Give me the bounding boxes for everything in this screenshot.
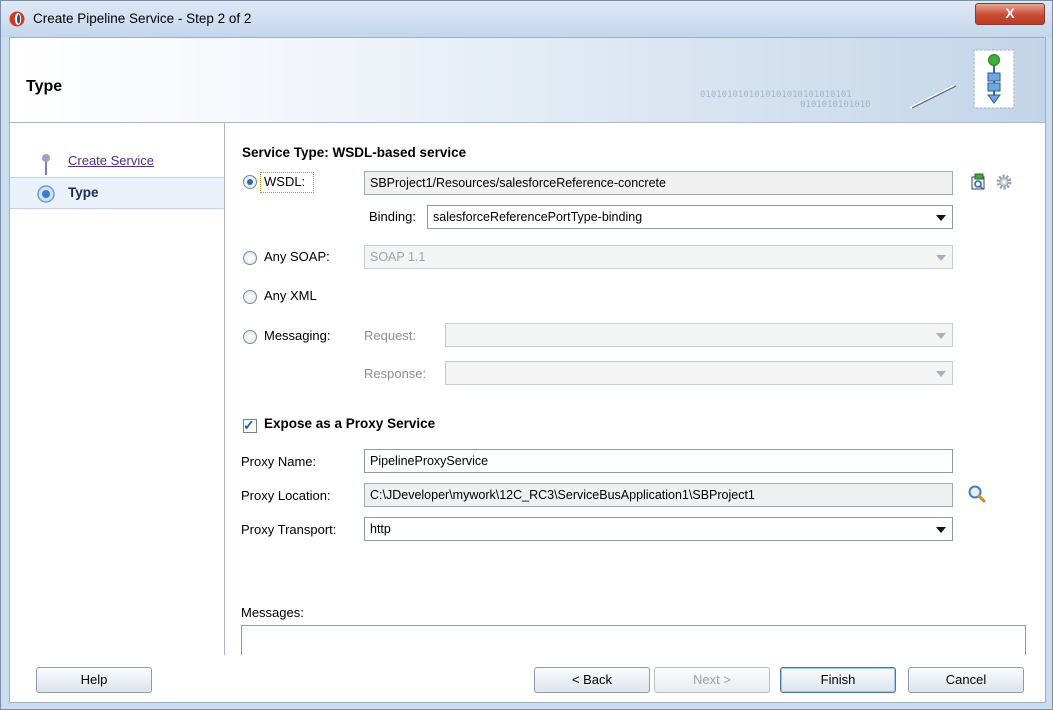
binding-value: salesforceReferencePortType-binding [433,210,643,224]
request-label: Request: [364,328,417,343]
messages-label: Messages: [241,605,304,620]
step-current-icon [37,185,55,203]
header-binary-decoration-2: 0101010101010 [800,100,871,110]
checkmark-icon: ✓ [243,417,255,433]
response-select[interactable] [445,361,953,385]
proxy-name-input[interactable]: PipelineProxyService [364,449,953,473]
soap-version-value: SOAP 1.1 [370,250,426,264]
chevron-down-icon [936,255,946,261]
page-title: Type [26,78,63,95]
nav-link-create-service[interactable]: Create Service [68,153,154,168]
proxy-transport-label: Proxy Transport: [241,522,337,537]
binding-select[interactable]: salesforceReferencePortType-binding [427,205,953,229]
window-title: Create Pipeline Service - Step 2 of 2 [33,11,252,26]
chevron-down-icon [936,527,946,533]
dialog-window: Create Pipeline Service - Step 2 of 2 X … [0,0,1053,710]
section-title: Service Type: WSDL-based service [242,145,467,160]
help-button[interactable]: Help [36,667,152,693]
request-select[interactable] [445,323,953,347]
main-panel: Service Type: WSDL-based service WSDL: S… [225,123,1045,663]
next-button[interactable]: Next > [654,667,770,693]
wsdl-field[interactable]: SBProject1/Resources/salesforceReference… [364,171,953,195]
proxy-location-label: Proxy Location: [241,488,331,503]
wizard-header: Type 0101010101010101010101010101 010101… [10,38,1045,123]
back-button[interactable]: < Back [534,667,650,693]
chevron-down-icon [936,215,946,221]
step-done-icon [42,154,50,175]
title-bar: Create Pipeline Service - Step 2 of 2 X [1,1,1052,37]
close-button[interactable]: X [975,3,1045,25]
gear-icon[interactable] [995,173,1013,191]
any-xml-radio[interactable] [243,290,257,304]
dialog-client: Type 0101010101010101010101010101 010101… [9,37,1046,703]
nav-item-type[interactable]: Type [10,177,224,209]
soap-version-select[interactable]: SOAP 1.1 [364,245,953,269]
pipeline-wizard-icon [909,49,1015,109]
chevron-down-icon [936,371,946,377]
nav-label-type: Type [68,185,99,200]
expose-proxy-checkbox[interactable]: ✓ [243,417,257,433]
proxy-transport-select[interactable]: http [364,517,953,541]
finish-button[interactable]: Finish [780,667,896,693]
header-binary-decoration: 0101010101010101010101010101 [700,90,852,100]
nav-item-create-service[interactable]: Create Service [10,145,224,175]
proxy-location-field[interactable]: C:\JDeveloper\mywork\12C_RC3\ServiceBusA… [364,483,953,507]
any-xml-label: Any XML [264,288,317,303]
binding-label: Binding: [369,209,416,224]
oracle-jdev-icon [9,11,25,27]
wsdl-label: WSDL: [264,174,306,189]
chevron-down-icon [936,333,946,339]
response-label: Response: [364,366,427,381]
expose-proxy-label: Expose as a Proxy Service [264,416,436,431]
wsdl-radio[interactable] [243,175,257,189]
cancel-button[interactable]: Cancel [908,667,1024,693]
messaging-label: Messaging: [264,328,331,343]
proxy-transport-value: http [370,522,391,536]
any-soap-label: Any SOAP: [264,249,330,264]
browse-wsdl-icon[interactable] [969,173,987,191]
wizard-nav: Create Service Type [10,123,225,655]
button-bar: Help < Back Next > Finish Cancel [10,655,1045,702]
messaging-radio[interactable] [243,330,257,344]
search-icon[interactable] [967,484,987,504]
proxy-name-label: Proxy Name: [241,454,317,469]
any-soap-radio[interactable] [243,251,257,265]
